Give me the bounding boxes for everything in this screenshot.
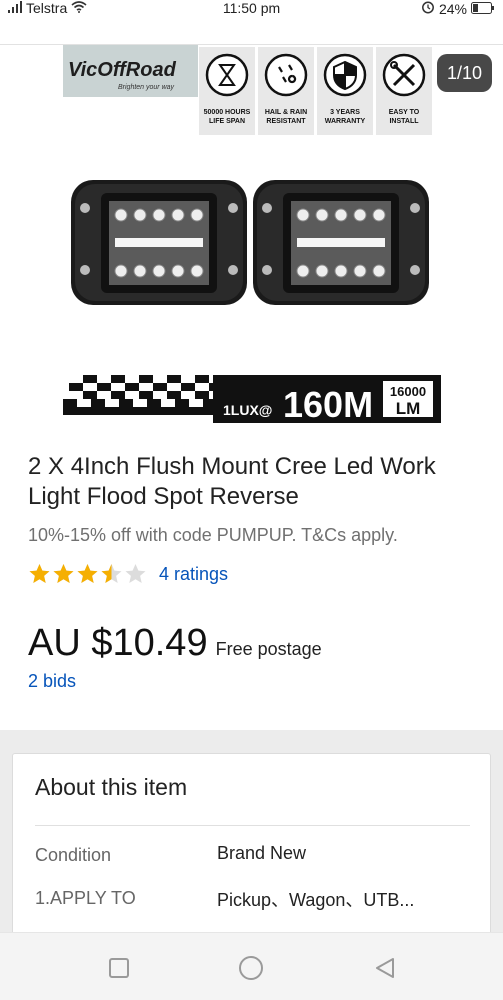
alarm-icon bbox=[421, 0, 435, 17]
spec-label: 1.APPLY TO bbox=[35, 888, 136, 908]
triangle-back-icon[interactable] bbox=[370, 953, 400, 983]
status-right: 24% bbox=[421, 0, 495, 17]
svg-text:HAIL & RAIN: HAIL & RAIN bbox=[265, 109, 307, 116]
about-card: About this item Condition Brand New 1.AP… bbox=[12, 753, 491, 943]
star-rating bbox=[28, 563, 147, 585]
battery-label: 24% bbox=[438, 0, 467, 17]
banner-lumens: 16000 bbox=[390, 384, 426, 399]
feature-tile: 3 YEARS WARRANTY bbox=[317, 47, 373, 135]
svg-text:INSTALL: INSTALL bbox=[389, 118, 419, 125]
price-row: AU $10.49 Free postage bbox=[28, 622, 322, 665]
star-icon bbox=[29, 564, 50, 583]
checkered-banner: 1LUX@ 160M 16000 LM bbox=[63, 375, 441, 425]
svg-text:LIFE SPAN: LIFE SPAN bbox=[209, 118, 245, 125]
image-counter: 1/10 bbox=[437, 54, 492, 92]
star-icon bbox=[125, 564, 146, 583]
about-divider bbox=[35, 825, 470, 826]
product-image[interactable]: VicOffRoad Brighten your way 50000 HOURS… bbox=[63, 45, 441, 425]
banner-prefix: 1LUX@ bbox=[223, 402, 272, 418]
work-light-left bbox=[71, 180, 247, 305]
image-gallery[interactable]: VicOffRoad Brighten your way 50000 HOURS… bbox=[0, 45, 503, 425]
svg-text:RESISTANT: RESISTANT bbox=[266, 118, 306, 125]
svg-text:50000 HOURS: 50000 HOURS bbox=[204, 109, 251, 116]
spec-label: Condition bbox=[35, 845, 112, 865]
star-icon bbox=[101, 564, 122, 583]
status-bar: Telstra 11:50 pm 24% bbox=[0, 0, 503, 18]
banner-main: 160M bbox=[283, 384, 373, 425]
feature-tile: HAIL & RAIN RESISTANT bbox=[258, 47, 314, 135]
battery-icon bbox=[471, 1, 495, 17]
promo-text: 10%-15% off with code PUMPUP. T&Cs apply… bbox=[28, 525, 398, 545]
system-nav-bar bbox=[0, 932, 503, 1000]
svg-text:WARRANTY: WARRANTY bbox=[325, 118, 366, 125]
svg-text:3 YEARS: 3 YEARS bbox=[330, 109, 360, 116]
shipping-label: Free postage bbox=[215, 639, 322, 659]
rating-row[interactable]: 4 ratings bbox=[28, 563, 228, 585]
about-title: About this item bbox=[35, 774, 188, 800]
circle-icon[interactable] bbox=[236, 953, 266, 983]
feature-tile: EASY TO INSTALL bbox=[376, 47, 432, 135]
bids-link[interactable]: 2 bids bbox=[28, 671, 76, 692]
star-icon bbox=[77, 564, 98, 583]
banner-lumens-unit: LM bbox=[396, 399, 421, 418]
brand-logo: VicOffRoad bbox=[68, 59, 177, 81]
price: AU $10.49 bbox=[28, 622, 208, 664]
feature-tile: 50000 HOURS LIFE SPAN bbox=[199, 47, 255, 135]
ratings-link[interactable]: 4 ratings bbox=[159, 564, 228, 585]
work-light-right bbox=[253, 180, 429, 305]
spec-value: Brand New bbox=[217, 843, 307, 863]
spec-value: Pickup、Wagon、UTB... bbox=[217, 890, 415, 910]
product-title: 2 X 4Inch Flush Mount Cree Led Work Ligh… bbox=[28, 453, 436, 510]
svg-text:EASY TO: EASY TO bbox=[389, 109, 420, 116]
star-icon bbox=[53, 564, 74, 583]
brand-tagline: Brighten your way bbox=[118, 84, 175, 91]
square-icon[interactable] bbox=[104, 953, 134, 983]
